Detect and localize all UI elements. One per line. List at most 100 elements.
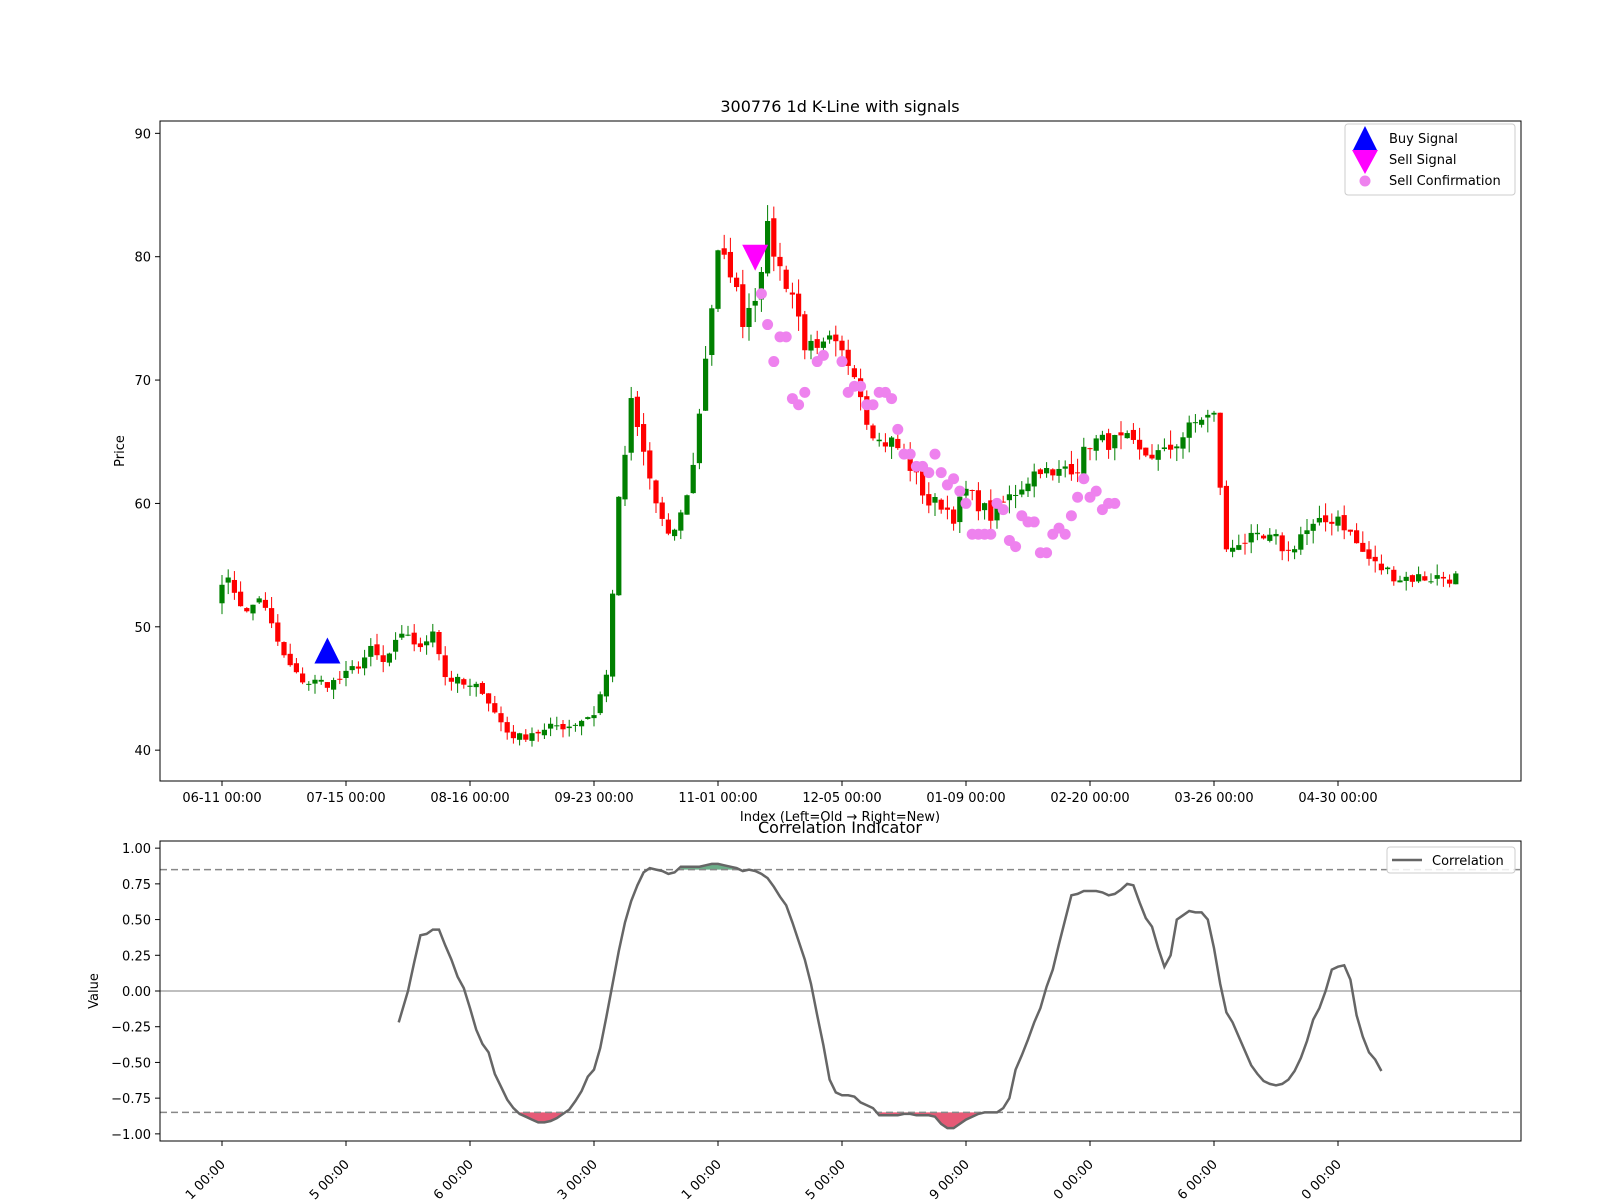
candle-body [721, 248, 727, 255]
candle-body [380, 655, 386, 662]
candle-body [1428, 581, 1434, 583]
candle-body [1254, 532, 1260, 535]
sell-confirmation-marker [997, 504, 1009, 516]
candle-body [659, 502, 665, 519]
candle-body [1192, 422, 1198, 424]
candle-body [783, 269, 789, 289]
candle-body [591, 715, 597, 719]
candle-body [473, 683, 479, 688]
candle-body [1056, 468, 1062, 476]
candle-body [1409, 575, 1415, 582]
kline-x-tick-label: 04-30 00:00 [1298, 791, 1377, 806]
correlation-y-tick-label: 1.00 [122, 842, 151, 857]
candle-body [1180, 437, 1186, 449]
candle-body [1186, 422, 1192, 438]
kline-y-tick-label: 90 [134, 127, 151, 142]
candle-body [684, 495, 690, 515]
sell-confirmation-marker [799, 386, 811, 398]
candle-body [548, 723, 554, 729]
sell-confirmation-marker [923, 467, 935, 479]
candle-body [1217, 412, 1223, 488]
candle-body [343, 670, 349, 678]
candle-body [486, 693, 492, 704]
candle-body [324, 682, 330, 688]
candle-body [814, 339, 820, 348]
kline-x-tick-label: 08-16 00:00 [430, 791, 509, 806]
kline-x-tick-label: 11-01 00:00 [678, 791, 757, 806]
candle-body [1013, 494, 1019, 496]
sell-confirmation-marker [836, 356, 848, 368]
candle-body [839, 340, 845, 351]
correlation-panel: Correlation Indicator 1.00 0.75 0.50 0.25 0.… [87, 818, 1522, 1200]
correlation-fills [519, 863, 979, 1129]
candle-body [727, 251, 733, 278]
kline-y-axis-label: Price [113, 435, 128, 467]
candle-body [293, 663, 299, 673]
candle-body [1118, 432, 1124, 436]
kline-x-tick-label: 06-11 00:00 [182, 791, 261, 806]
candle-body [1130, 429, 1136, 440]
candle-body [430, 631, 436, 643]
candle-body [969, 489, 975, 491]
candle-body [517, 733, 523, 740]
sell-signal-marker [742, 244, 769, 271]
correlation-x-tick-label: 6 00:00 [1175, 1157, 1221, 1200]
candle-body [820, 341, 826, 348]
candle-body [1124, 433, 1130, 439]
candle-body [938, 499, 944, 510]
candle-body [231, 579, 237, 593]
candle-body [455, 676, 461, 684]
legend-buy-signal-label: Buy Signal [1389, 132, 1458, 147]
candle-body [653, 480, 659, 504]
sell-confirmation-marker [948, 473, 960, 485]
figure: 300776 1d K-Line with signals 40 50 60 70 80… [87, 97, 1522, 1200]
candle-body [386, 653, 392, 663]
candle-body [349, 666, 355, 671]
candle-body [1223, 485, 1229, 550]
sell-confirmation-marker [768, 356, 780, 368]
candle-body [827, 335, 833, 340]
candle-body [1242, 542, 1248, 544]
candle-body [368, 645, 374, 657]
candle-body [1106, 433, 1112, 450]
candle-body [1025, 483, 1031, 492]
sell-confirmation-marker [1090, 485, 1102, 497]
candle-body [331, 680, 337, 690]
correlation-y-axis-label: Value [87, 973, 102, 1009]
candle-body [250, 604, 256, 614]
correlation-line [397, 862, 1383, 1130]
candle-body [523, 734, 529, 740]
sell-confirmation-marker [960, 497, 972, 509]
candle-body [1149, 454, 1155, 459]
correlation-reference-lines [160, 868, 1521, 1114]
candle-body [1211, 412, 1217, 415]
correlation-x-tick-label: 0 00:00 [1299, 1157, 1345, 1200]
sell-confirmation-marker [817, 349, 829, 361]
correlation-x-tick-label: 6 00:00 [431, 1157, 477, 1200]
candle-body [510, 731, 516, 739]
legend-sell-signal-label: Sell Signal [1389, 153, 1457, 168]
candle-body [436, 632, 442, 655]
candle-body [1019, 489, 1025, 495]
candle-body [1347, 529, 1353, 532]
candle-body [1062, 466, 1068, 469]
candle-body [355, 666, 361, 669]
candle-body [889, 437, 895, 447]
kline-y-tick-label: 70 [134, 374, 151, 389]
candle-body [1168, 444, 1174, 450]
correlation-y-tick-label: −0.75 [111, 1092, 151, 1107]
correlation-x-tick-label: 9 00:00 [927, 1157, 973, 1200]
candle-body [1335, 516, 1341, 526]
candle-body [1397, 580, 1403, 583]
candle-body [467, 685, 473, 687]
candle-body [318, 679, 324, 682]
candle-body [1434, 575, 1440, 579]
candle-body [1304, 530, 1310, 535]
candle-body [498, 713, 504, 723]
candle-body [610, 593, 616, 677]
candle-body [603, 674, 609, 697]
candle-body [616, 496, 622, 596]
correlation-y-tick-label: −0.50 [111, 1056, 151, 1071]
candle-body [529, 733, 535, 741]
candle-body [802, 314, 808, 351]
